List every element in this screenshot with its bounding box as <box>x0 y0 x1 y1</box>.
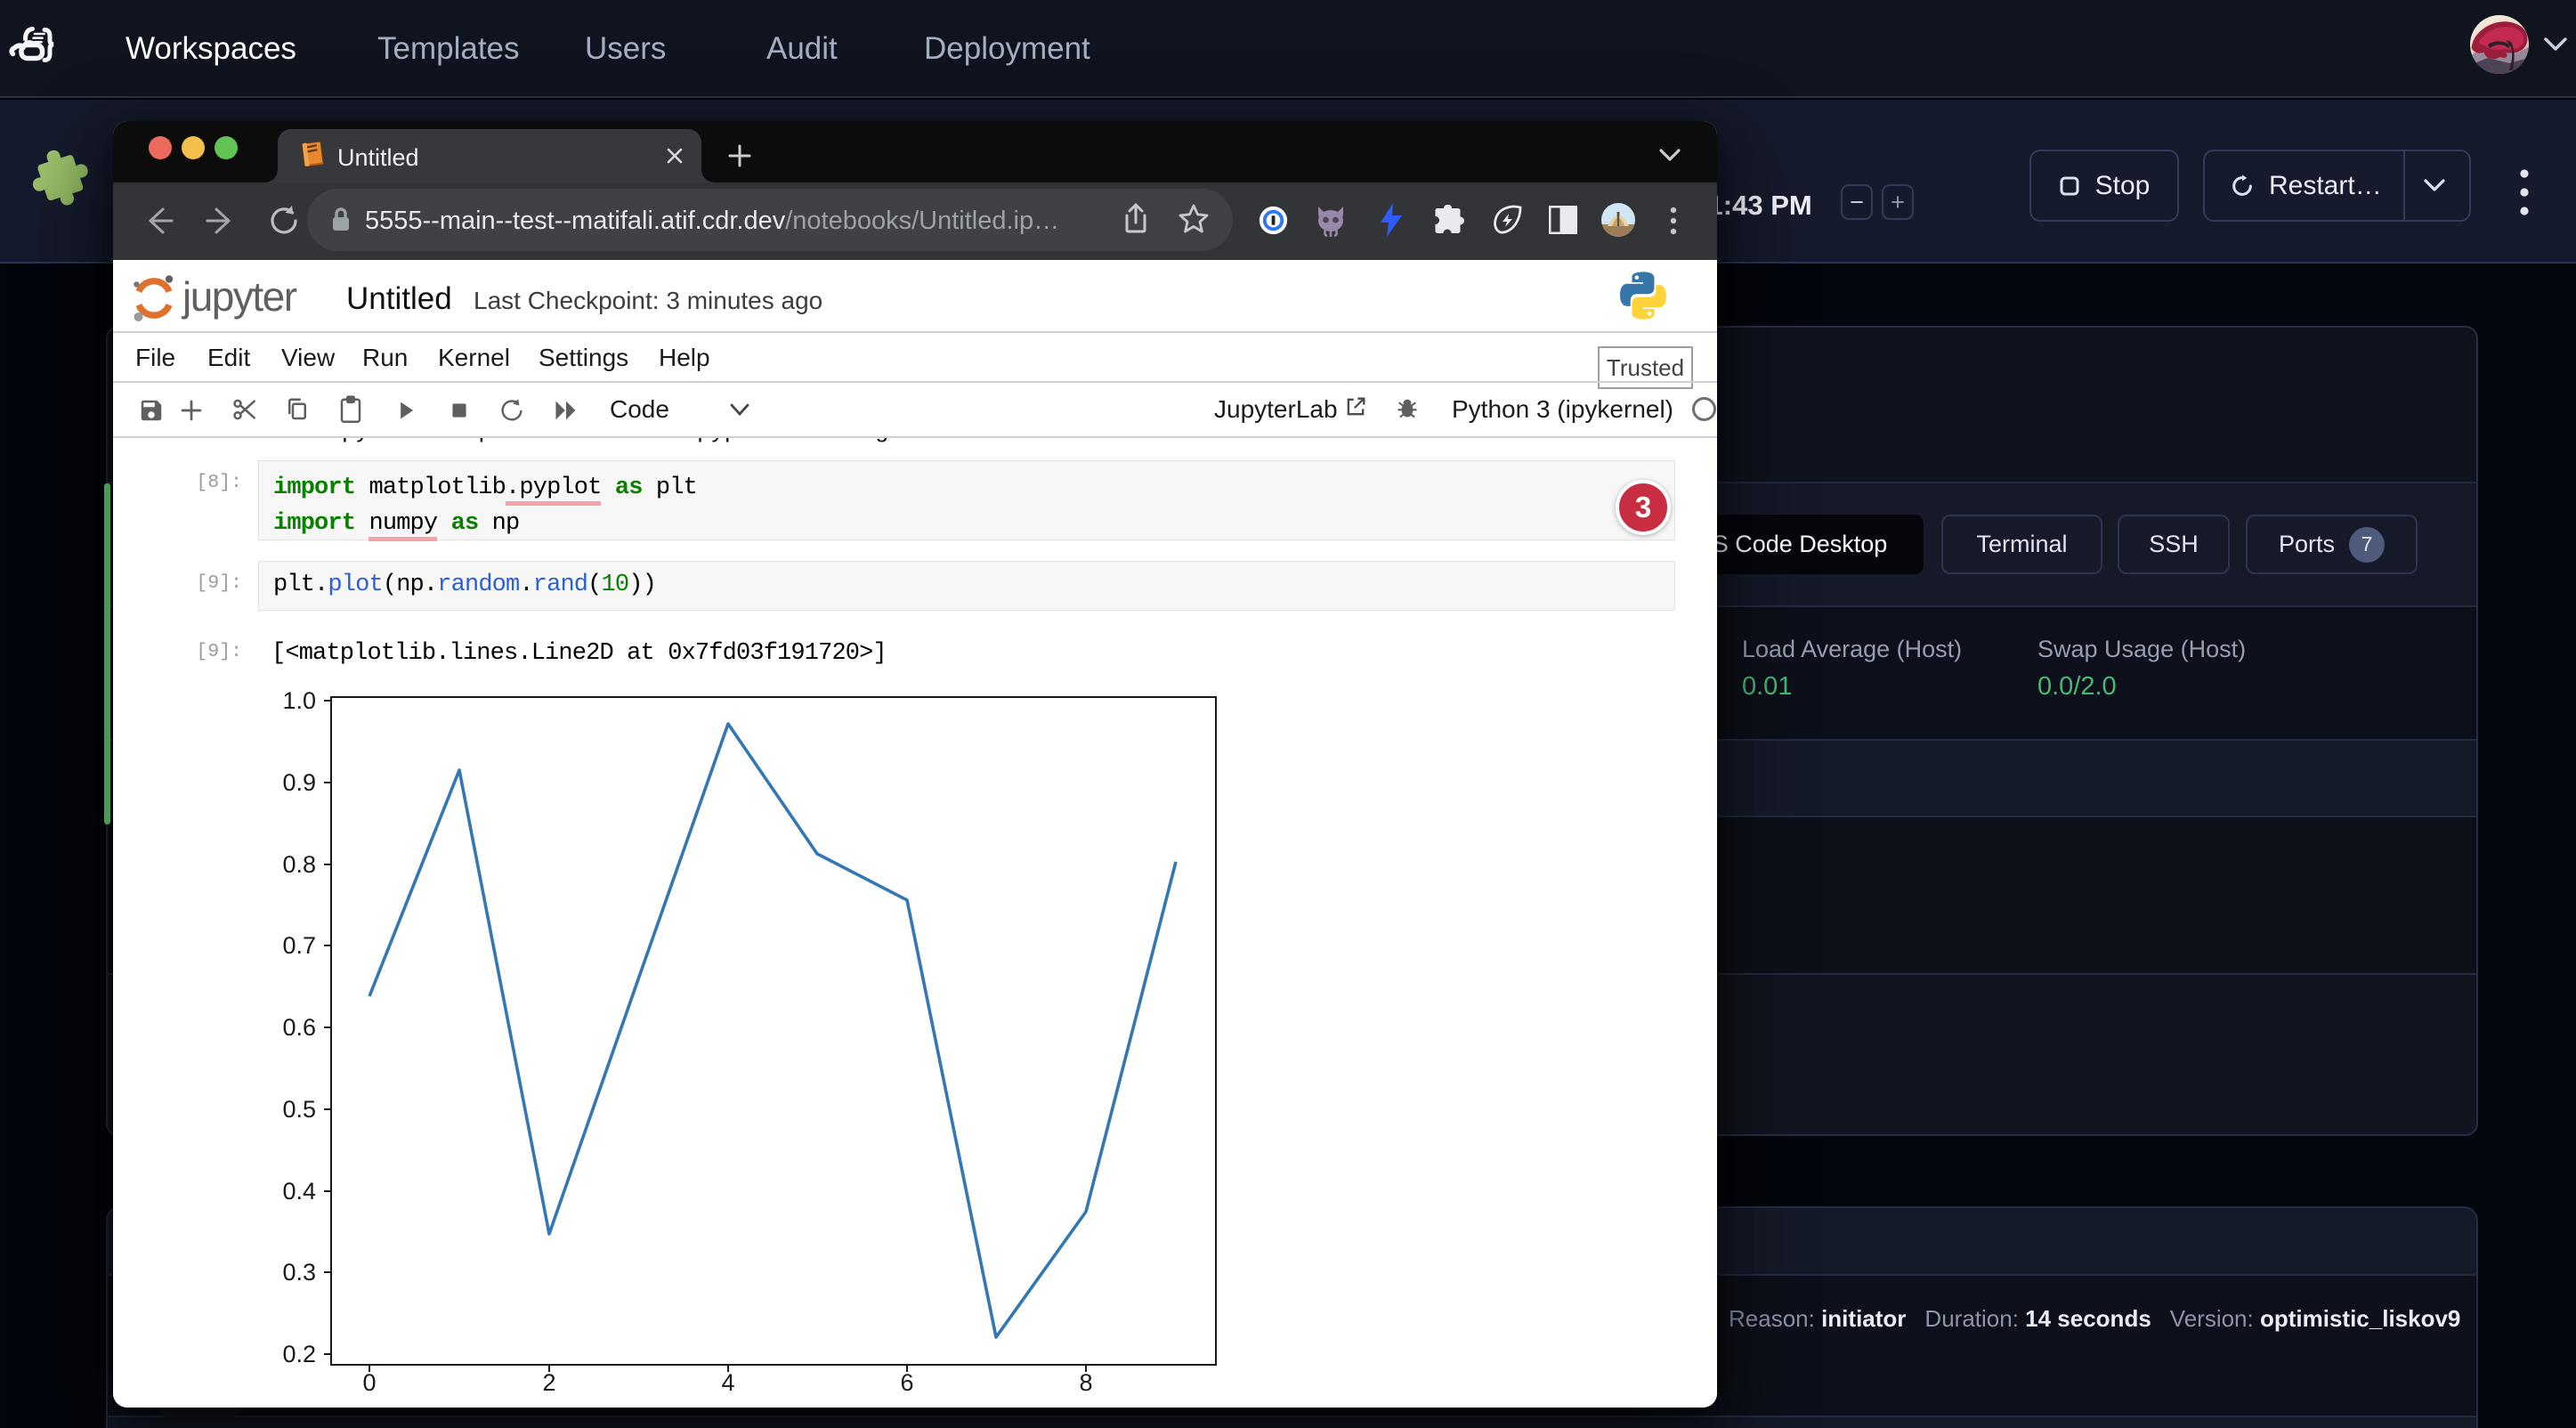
svg-text:8: 8 <box>1079 1369 1092 1396</box>
svg-text:0.9: 0.9 <box>282 769 316 796</box>
svg-text:0.7: 0.7 <box>282 932 316 959</box>
svg-text:0.4: 0.4 <box>282 1178 316 1205</box>
svg-text:6: 6 <box>900 1369 913 1396</box>
svg-text:2: 2 <box>542 1369 555 1396</box>
svg-text:0.5: 0.5 <box>282 1096 316 1123</box>
svg-text:0.2: 0.2 <box>282 1341 316 1367</box>
svg-text:4: 4 <box>721 1369 734 1396</box>
svg-text:0.3: 0.3 <box>282 1259 316 1286</box>
svg-text:0: 0 <box>362 1369 376 1396</box>
svg-text:0.8: 0.8 <box>282 851 316 878</box>
svg-text:1.0: 1.0 <box>282 687 316 714</box>
svg-text:0.6: 0.6 <box>282 1014 316 1041</box>
